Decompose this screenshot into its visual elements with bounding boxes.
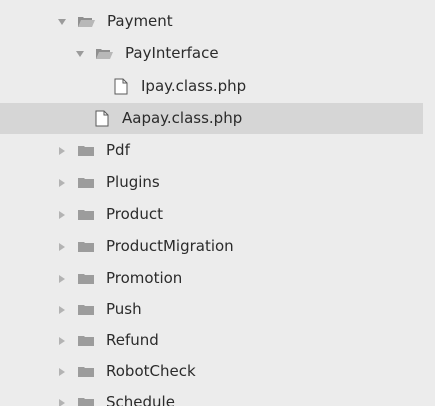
tree-item-productmigration[interactable]: ProductMigration <box>0 231 423 262</box>
chevron-right-icon[interactable] <box>55 334 69 348</box>
tree-item-robotcheck[interactable]: RobotCheck <box>0 356 423 387</box>
tree-item-pdf[interactable]: Pdf <box>0 135 423 166</box>
chevron-down-icon[interactable] <box>55 15 69 29</box>
folder-icon <box>77 334 95 347</box>
chevron-right-icon[interactable] <box>55 144 69 158</box>
chevron-right-icon[interactable] <box>55 303 69 317</box>
tree-item-label: Plugins <box>106 173 160 191</box>
folder-icon <box>77 240 95 253</box>
folder-icon <box>77 396 95 406</box>
chevron-right-icon[interactable] <box>55 176 69 190</box>
tree-item-payment[interactable]: Payment <box>0 6 423 37</box>
tree-item-label: Promotion <box>106 269 183 287</box>
tree-item-label: Ipay.class.php <box>141 77 247 95</box>
folder-icon <box>77 144 95 157</box>
chevron-right-icon[interactable] <box>55 396 69 406</box>
tree-item-label: Pdf <box>106 141 130 159</box>
tree-item-payinterface[interactable]: PayInterface <box>0 38 423 69</box>
tree-item-plugins[interactable]: Plugins <box>0 167 423 198</box>
file-icon <box>114 78 128 95</box>
tree-item-product[interactable]: Product <box>0 199 423 230</box>
folder-open-icon <box>77 15 96 28</box>
tree-item-label: Push <box>106 300 142 318</box>
chevron-right-icon[interactable] <box>55 208 69 222</box>
tree-item-label: Aapay.class.php <box>122 109 243 127</box>
tree-item-label: Refund <box>106 331 159 349</box>
tree-item-label: Product <box>106 205 163 223</box>
tree-item-label: RobotCheck <box>106 362 196 380</box>
file-icon <box>95 110 109 127</box>
folder-icon <box>77 208 95 221</box>
chevron-right-icon[interactable] <box>55 365 69 379</box>
folder-icon <box>77 176 95 189</box>
folder-open-icon <box>95 47 114 60</box>
folder-icon <box>77 365 95 378</box>
tree-item-aapay-class-php[interactable]: Aapay.class.php <box>0 103 423 134</box>
tree-item-label: Schedule <box>106 393 175 406</box>
tree-item-ipay-class-php[interactable]: Ipay.class.php <box>0 71 423 102</box>
chevron-right-icon[interactable] <box>55 272 69 286</box>
folder-icon <box>77 303 95 316</box>
file-tree: Payment PayInterface Ipay.class.php Aapa… <box>0 0 435 406</box>
tree-item-label: ProductMigration <box>106 237 234 255</box>
tree-item-refund[interactable]: Refund <box>0 325 423 356</box>
tree-item-push[interactable]: Push <box>0 294 423 325</box>
tree-item-schedule[interactable]: Schedule <box>0 387 423 406</box>
tree-item-label: PayInterface <box>125 44 219 62</box>
tree-item-promotion[interactable]: Promotion <box>0 263 423 294</box>
tree-item-label: Payment <box>107 12 173 30</box>
folder-icon <box>77 272 95 285</box>
chevron-right-icon[interactable] <box>55 240 69 254</box>
chevron-down-icon[interactable] <box>73 47 87 61</box>
